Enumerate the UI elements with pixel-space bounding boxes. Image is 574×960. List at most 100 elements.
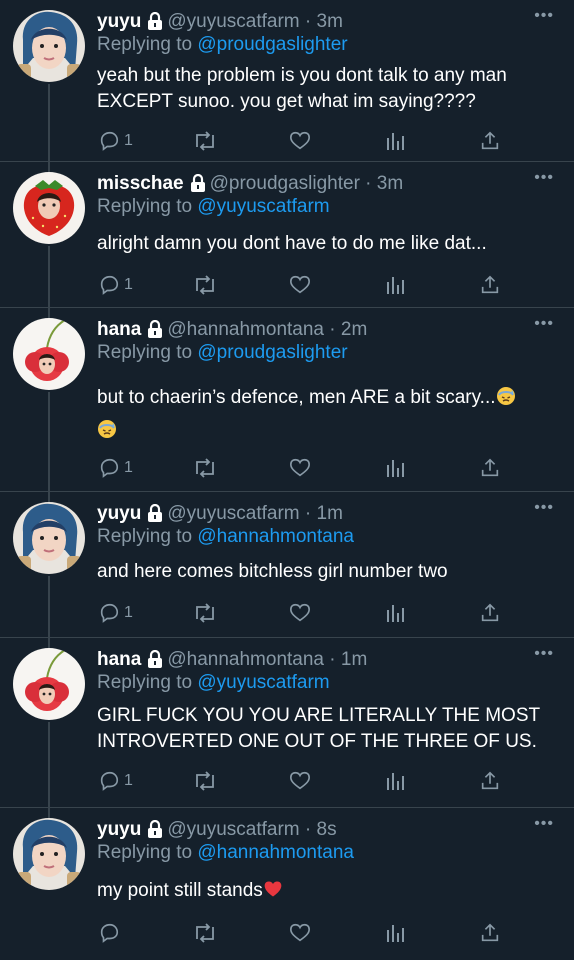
mention-link[interactable]: @proudgaslighter — [197, 342, 347, 363]
more-icon[interactable]: ••• — [534, 816, 554, 832]
display-name[interactable]: hana — [97, 319, 141, 340]
like-button[interactable] — [289, 272, 311, 298]
retweet-icon — [192, 130, 218, 152]
user-handle[interactable]: @proudgaslighter — [210, 173, 360, 194]
replying-to: Replying to @yuyuscatfarm — [97, 671, 330, 695]
like-button[interactable] — [289, 128, 311, 154]
retweet-button[interactable] — [192, 272, 218, 298]
reply-button[interactable]: 1 — [98, 455, 133, 481]
share-icon — [479, 602, 501, 624]
tweet[interactable]: hana @hannahmontana · 2m ••• Replying to … — [0, 308, 574, 492]
tweet-text-line: INTROVERTED ONE OUT OF THE THREE OF US. — [97, 731, 537, 752]
thread-line — [48, 638, 50, 648]
timestamp[interactable]: 3m — [317, 11, 343, 32]
tweet-text: my point still stands — [97, 878, 554, 907]
reply-count: 1 — [124, 604, 133, 621]
tweet[interactable]: yuyu @yuyuscatfarm · 1m ••• Replying to @… — [0, 492, 574, 638]
analytics-button[interactable] — [385, 920, 405, 946]
more-icon[interactable]: ••• — [534, 316, 554, 332]
reply-button[interactable]: 1 — [98, 768, 133, 794]
user-handle[interactable]: @yuyuscatfarm — [167, 503, 299, 524]
mention-link[interactable]: @yuyuscatfarm — [197, 196, 329, 217]
like-button[interactable] — [289, 455, 311, 481]
more-icon[interactable]: ••• — [534, 8, 554, 24]
separator-dot: · — [329, 649, 336, 670]
share-icon — [479, 770, 501, 792]
share-button[interactable] — [479, 768, 501, 794]
heart-icon — [289, 457, 311, 479]
like-button[interactable] — [289, 920, 311, 946]
timestamp[interactable]: 1m — [341, 649, 367, 670]
tweet[interactable]: hana @hannahmontana · 1m ••• Replying to … — [0, 638, 574, 808]
avatar[interactable] — [13, 318, 85, 390]
analytics-button[interactable] — [385, 600, 405, 626]
reply-count: 1 — [124, 132, 133, 149]
tweet[interactable]: misschae @proudgaslighter · 3m ••• Replyi… — [0, 162, 574, 308]
avatar[interactable] — [13, 648, 85, 720]
share-button[interactable] — [479, 455, 501, 481]
timestamp[interactable]: 8s — [317, 819, 337, 840]
share-icon — [479, 922, 501, 944]
heart-icon — [289, 770, 311, 792]
more-icon[interactable]: ••• — [534, 170, 554, 186]
mention-link[interactable]: @hannahmontana — [197, 526, 354, 547]
tweet[interactable]: yuyu @yuyuscatfarm · 8s ••• Replying to @… — [0, 808, 574, 960]
red-heart-emoji — [263, 879, 283, 907]
reply-button[interactable]: 1 — [98, 272, 133, 298]
reply-button[interactable] — [98, 920, 124, 946]
user-handle[interactable]: @hannahmontana — [167, 649, 324, 670]
reply-button[interactable]: 1 — [98, 600, 133, 626]
like-button[interactable] — [289, 768, 311, 794]
share-button[interactable] — [479, 128, 501, 154]
mention-link[interactable]: @hannahmontana — [197, 842, 354, 863]
reply-count: 1 — [124, 276, 133, 293]
analytics-button[interactable] — [385, 128, 405, 154]
display-name[interactable]: misschae — [97, 173, 184, 194]
analytics-icon — [385, 602, 405, 624]
timestamp[interactable]: 3m — [377, 173, 403, 194]
retweet-button[interactable] — [192, 920, 218, 946]
lock-icon — [147, 319, 163, 342]
analytics-icon — [385, 770, 405, 792]
analytics-button[interactable] — [385, 768, 405, 794]
avatar[interactable] — [13, 172, 85, 244]
display-name[interactable]: hana — [97, 649, 141, 670]
display-name[interactable]: yuyu — [97, 819, 141, 840]
user-handle[interactable]: @yuyuscatfarm — [167, 819, 299, 840]
separator-dot: · — [304, 819, 312, 840]
share-icon — [479, 274, 501, 296]
share-button[interactable] — [479, 600, 501, 626]
tweet[interactable]: yuyu @yuyuscatfarm · 3m ••• Replying to @… — [0, 0, 574, 162]
retweet-button[interactable] — [192, 455, 218, 481]
heart-icon — [289, 922, 311, 944]
more-icon[interactable]: ••• — [534, 646, 554, 662]
mention-link[interactable]: @proudgaslighter — [197, 34, 347, 55]
user-handle[interactable]: @hannahmontana — [167, 319, 324, 340]
avatar[interactable] — [13, 10, 85, 82]
replying-to: Replying to @hannahmontana — [97, 841, 354, 865]
analytics-button[interactable] — [385, 455, 405, 481]
more-icon[interactable]: ••• — [534, 500, 554, 516]
replying-to-label: Replying to — [97, 342, 193, 363]
user-handle[interactable]: @yuyuscatfarm — [167, 11, 299, 32]
avatar[interactable] — [13, 502, 85, 574]
mention-link[interactable]: @yuyuscatfarm — [197, 672, 329, 693]
timestamp[interactable]: 1m — [317, 503, 343, 524]
reply-button[interactable]: 1 — [98, 128, 133, 154]
retweet-button[interactable] — [192, 128, 218, 154]
replying-to-label: Replying to — [97, 196, 193, 217]
retweet-button[interactable] — [192, 600, 218, 626]
display-name[interactable]: yuyu — [97, 11, 141, 32]
reply-icon — [98, 602, 120, 624]
timestamp[interactable]: 2m — [341, 319, 367, 340]
like-button[interactable] — [289, 600, 311, 626]
analytics-icon — [385, 274, 405, 296]
display-name[interactable]: yuyu — [97, 503, 141, 524]
analytics-button[interactable] — [385, 272, 405, 298]
share-button[interactable] — [479, 272, 501, 298]
share-button[interactable] — [479, 920, 501, 946]
avatar[interactable] — [13, 818, 85, 890]
lock-icon — [147, 11, 163, 34]
retweet-button[interactable] — [192, 768, 218, 794]
separator-dot: · — [329, 319, 336, 340]
